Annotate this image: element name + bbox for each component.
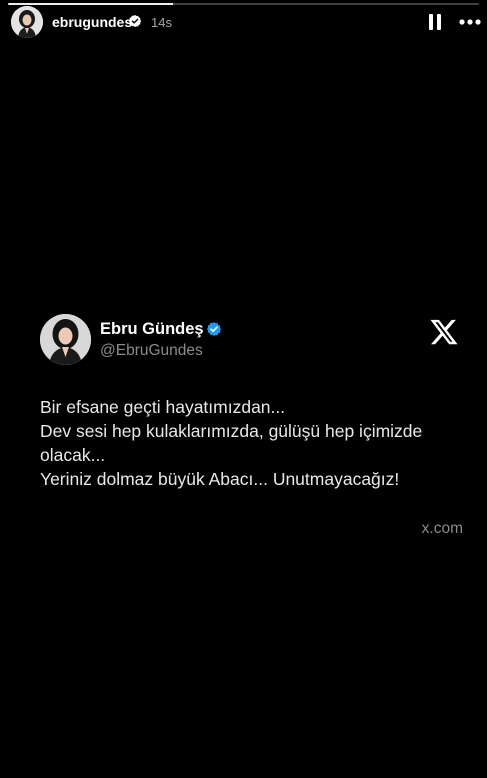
tweet-author-avatar[interactable]: [40, 314, 91, 365]
verified-badge-icon: [206, 322, 222, 336]
story-viewer: ebrugundes 14s Ebru Gündeş @EbruGundes B…: [0, 0, 487, 778]
story-username[interactable]: ebrugundes: [52, 14, 132, 30]
avatar-portrait-icon: [40, 314, 91, 365]
verified-badge-icon: [128, 14, 142, 28]
tweet-text: Bir efsane geçti hayatımızdan... Dev ses…: [40, 397, 423, 489]
x-logo-icon: [430, 319, 458, 345]
tweet-source-link[interactable]: x.com: [422, 520, 463, 538]
more-options-icon[interactable]: [458, 12, 482, 32]
profile-avatar[interactable]: [11, 6, 43, 38]
tweet-author-handle[interactable]: @EbruGundes: [100, 342, 203, 360]
embedded-tweet[interactable]: Ebru Gündeş @EbruGundes Bir efsane geçti…: [0, 300, 487, 560]
pause-icon[interactable]: [426, 12, 444, 32]
story-timestamp: 14s: [151, 15, 172, 30]
story-header: ebrugundes 14s: [0, 0, 487, 46]
avatar-portrait-icon: [11, 6, 43, 38]
tweet-author-name[interactable]: Ebru Gündeş: [100, 319, 204, 339]
